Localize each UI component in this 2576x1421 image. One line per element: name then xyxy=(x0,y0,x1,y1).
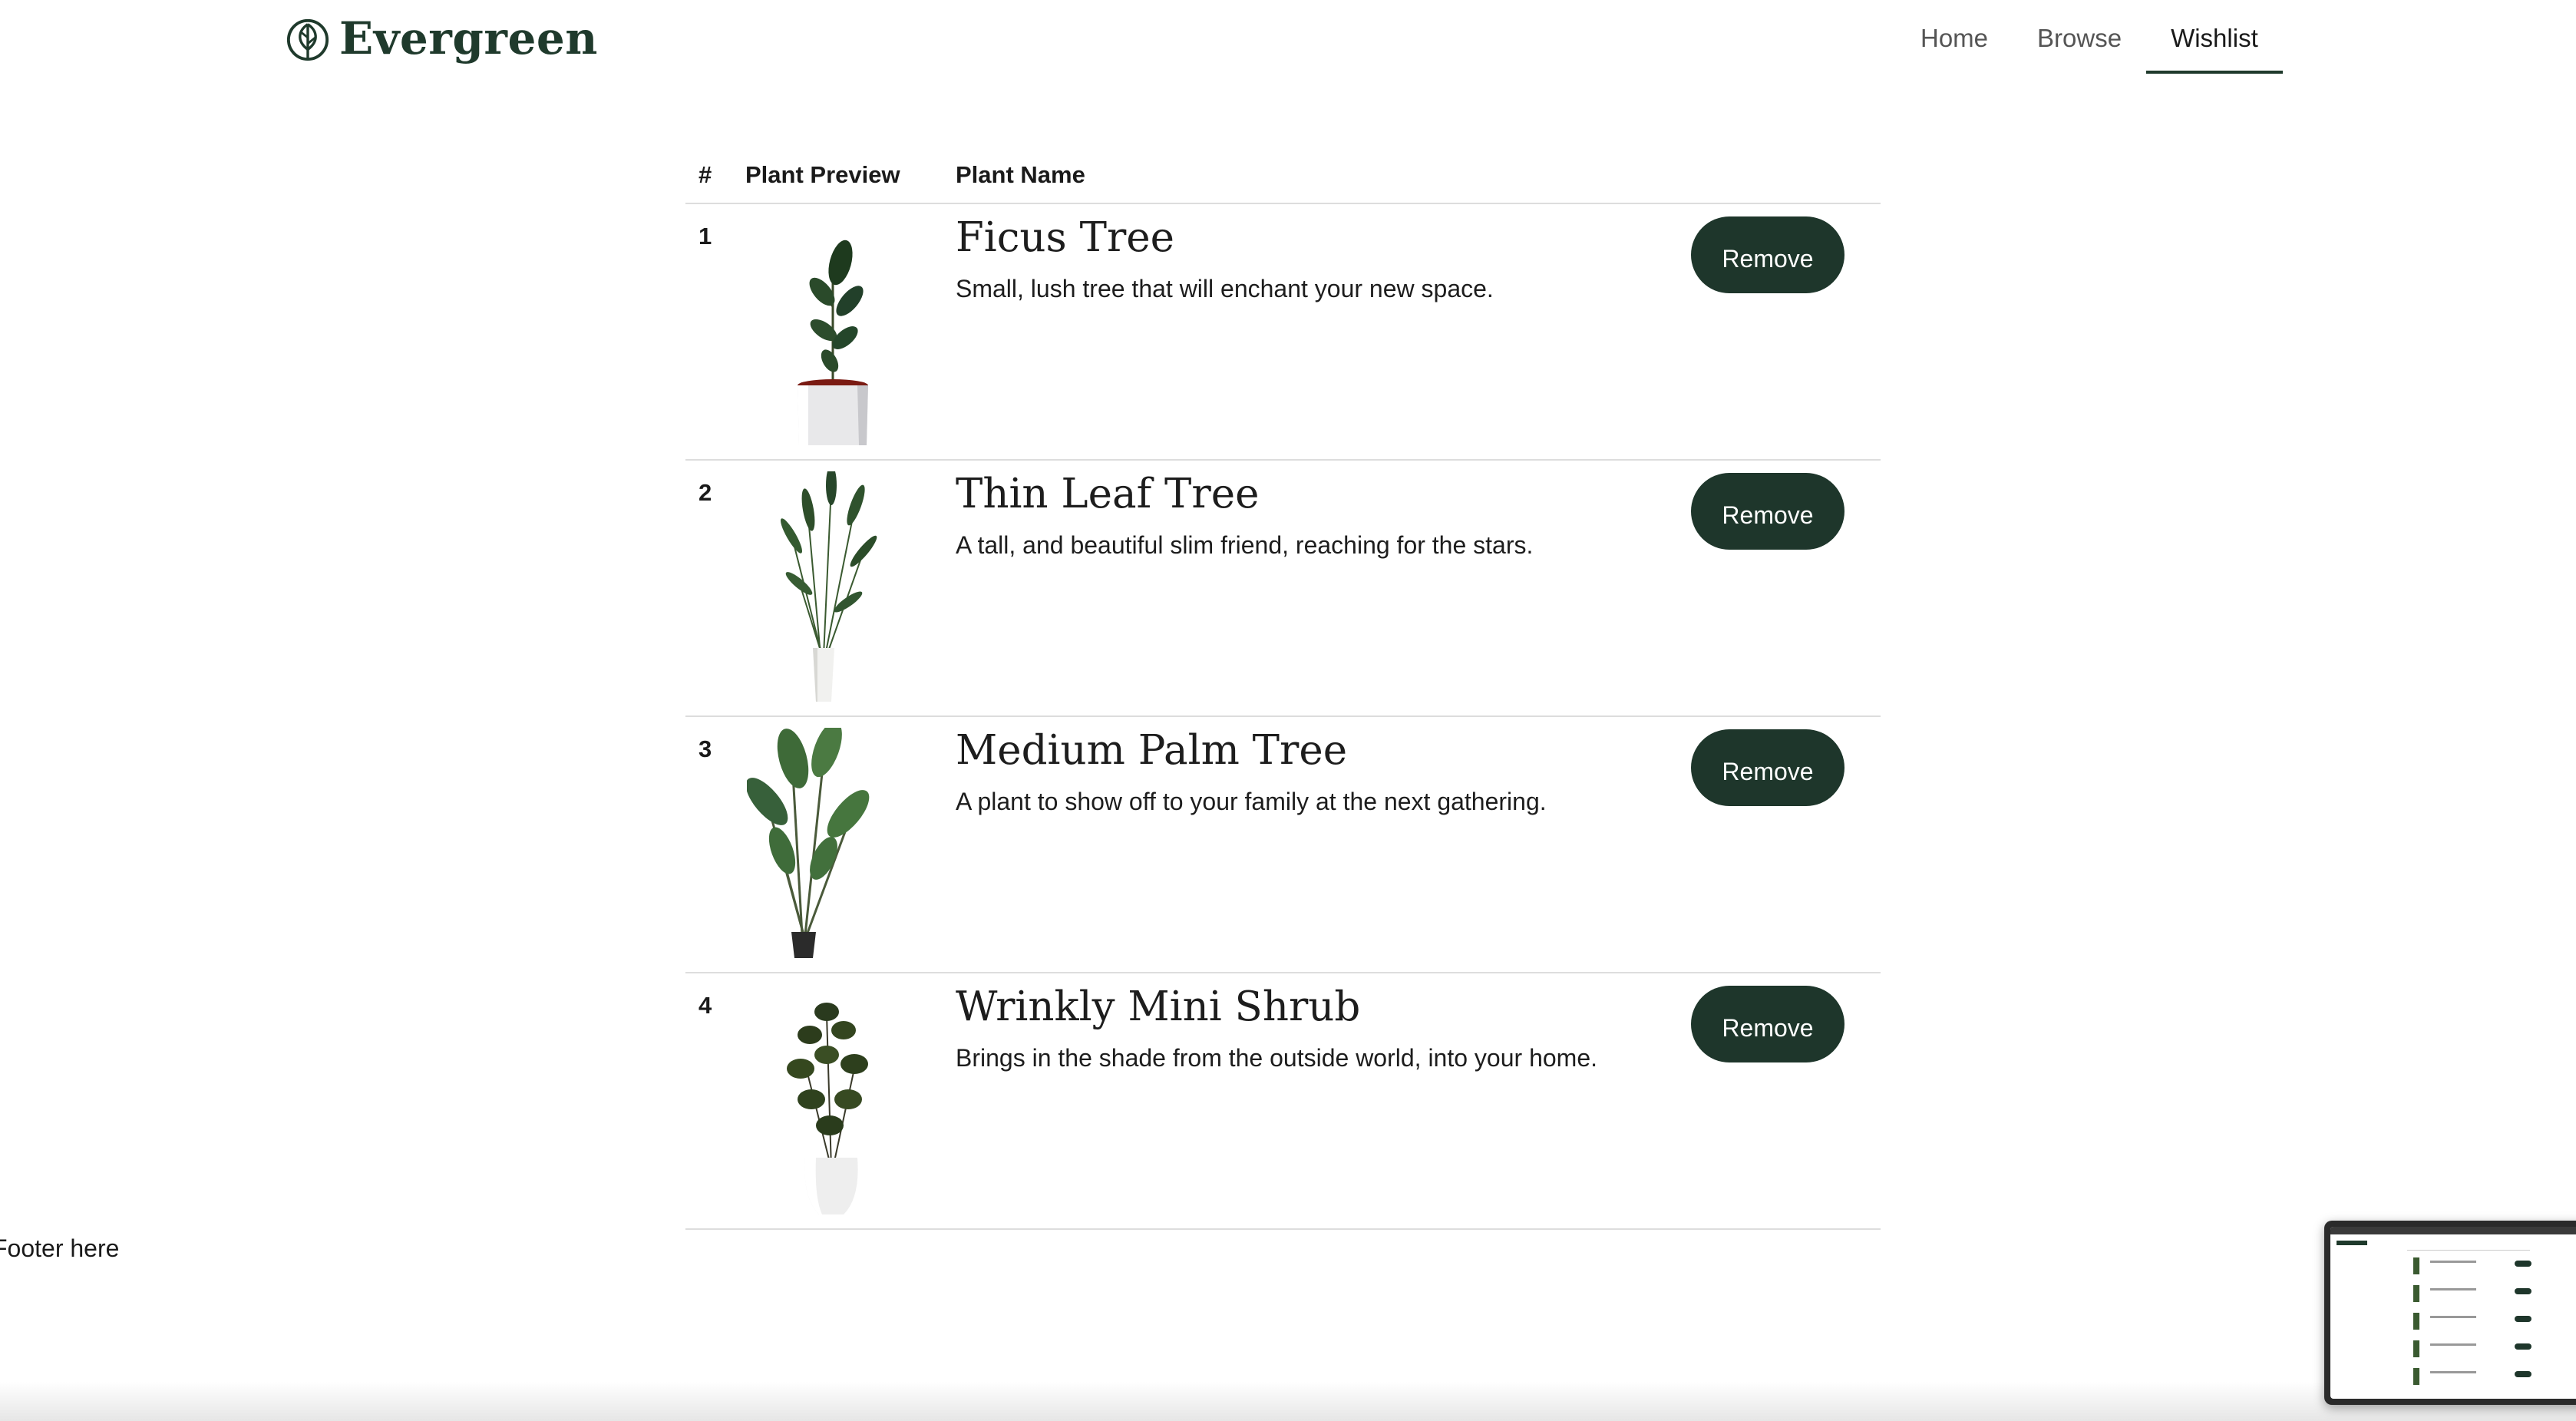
row-number: 2 xyxy=(698,479,712,506)
row-number: 3 xyxy=(698,735,712,762)
wishlist-table: # Plant Preview Plant Name 1 Ficus Tree … xyxy=(685,146,1881,1230)
window-bottom-edge xyxy=(0,1382,2576,1421)
logo[interactable]: Evergreen xyxy=(286,11,598,66)
table-row: 3 Medium Palm Tree A plant to show off t… xyxy=(685,717,1881,973)
header-number: # xyxy=(698,161,712,188)
remove-button[interactable]: Remove xyxy=(1691,729,1844,806)
footer-text: Footer here xyxy=(0,1234,120,1262)
row-number: 4 xyxy=(698,992,712,1019)
shrub-plant-icon xyxy=(787,1003,868,1214)
nav-wishlist[interactable]: Wishlist xyxy=(2146,0,2283,74)
nav-browse[interactable]: Browse xyxy=(2013,0,2146,73)
plant-description: Small, lush tree that will enchant your … xyxy=(956,275,1494,302)
plant-title: Thin Leaf Tree xyxy=(956,471,1260,517)
remove-button[interactable]: Remove xyxy=(1691,473,1844,550)
plant-title: Ficus Tree xyxy=(956,214,1175,261)
row-number: 1 xyxy=(698,223,712,250)
ficus-plant-icon xyxy=(798,240,868,445)
plant-title: Medium Palm Tree xyxy=(956,727,1348,774)
plant-description: A tall, and beautiful slim friend, reach… xyxy=(956,531,1534,559)
header-plant-name: Plant Name xyxy=(956,161,1085,188)
header-plant-preview: Plant Preview xyxy=(745,161,900,188)
site-header: Evergreen Home Browse Wishlist xyxy=(0,0,2576,77)
remove-button[interactable]: Remove xyxy=(1691,986,1844,1062)
plant-title: Wrinkly Mini Shrub xyxy=(956,983,1361,1030)
thumbnail-preview-icon xyxy=(2330,1227,2576,1385)
plant-description: A plant to show off to your family at th… xyxy=(956,788,1547,815)
leaf-logo-icon xyxy=(286,18,329,61)
thumbnail-screen xyxy=(2330,1227,2576,1399)
remove-button[interactable]: Remove xyxy=(1691,216,1844,293)
table-row: 4 Wrinkly Mini Shrub Brings in the shade… xyxy=(685,973,1881,1230)
table-row: 2 Thin Leaf Tree A tall, and beautiful s… xyxy=(685,461,1881,717)
brand-name: Evergreen xyxy=(339,12,598,64)
plant-description: Brings in the shade from the outside wor… xyxy=(956,1044,1597,1072)
nav-home[interactable]: Home xyxy=(1896,0,2013,73)
palm-plant-icon xyxy=(747,728,870,958)
main-nav: Home Browse Wishlist xyxy=(1896,0,2283,74)
table-row: 1 Ficus Tree Small, lush tree that will … xyxy=(685,204,1881,461)
thin-leaf-plant-icon xyxy=(781,471,877,702)
table-header: # Plant Preview Plant Name xyxy=(685,146,1881,204)
screenshot-thumbnail[interactable] xyxy=(2324,1221,2576,1405)
